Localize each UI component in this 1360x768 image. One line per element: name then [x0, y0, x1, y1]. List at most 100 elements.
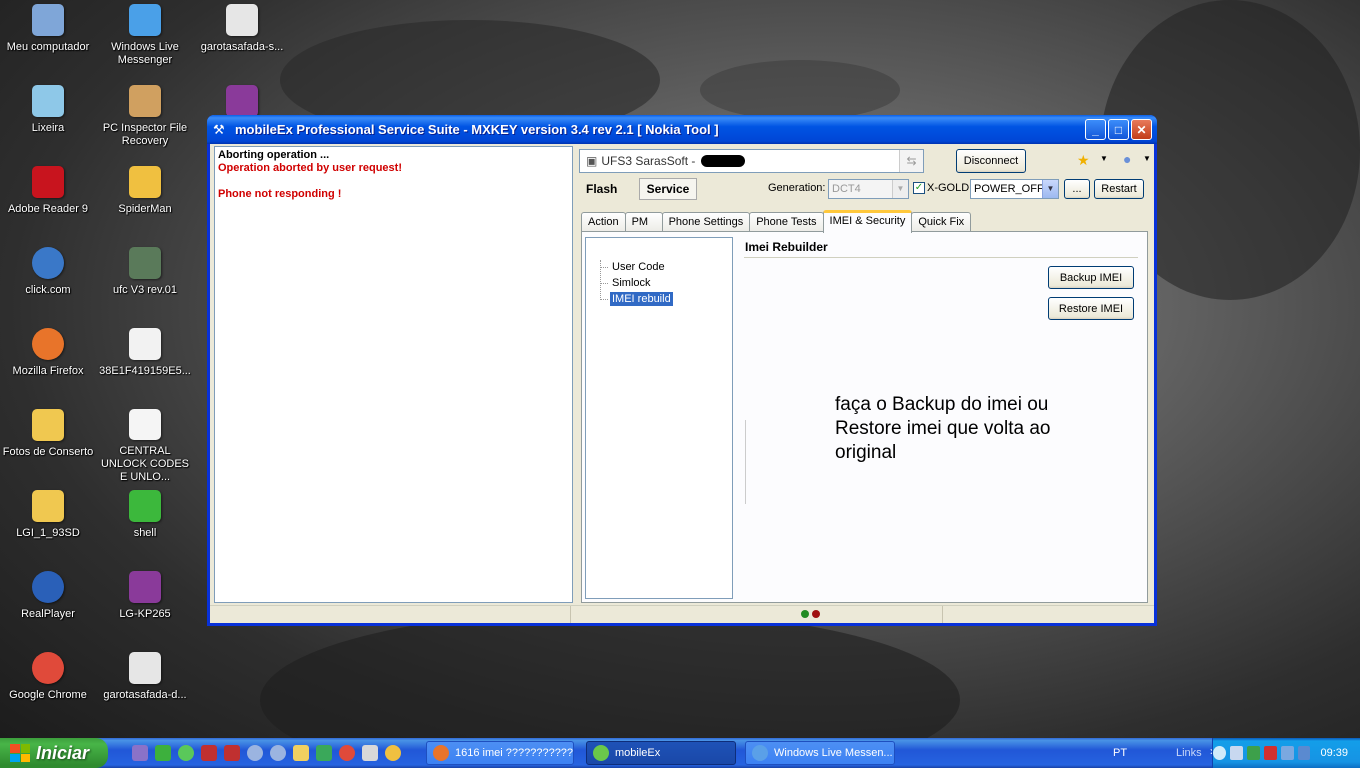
quicklaunch-icon[interactable]	[132, 745, 148, 761]
phone-icon[interactable]	[316, 745, 332, 761]
quicklaunch-icon[interactable]	[178, 745, 194, 761]
tab-imei-security[interactable]: IMEI & Security	[822, 210, 913, 233]
tool-icon[interactable]	[362, 745, 378, 761]
network-icon[interactable]	[1229, 746, 1243, 760]
chrome-icon[interactable]	[339, 745, 355, 761]
window-title: mobileEx Professional Service Suite - MX…	[235, 122, 719, 137]
gear-icon[interactable]	[270, 745, 286, 761]
tab-pm[interactable]: PM	[624, 212, 663, 232]
windows-logo-icon	[10, 744, 30, 762]
desktop-icon[interactable]: PC Inspector File Recovery	[97, 83, 193, 159]
desktop-icon[interactable]: LGI_1_93SD	[0, 488, 96, 564]
restart-button[interactable]: Restart	[1094, 179, 1144, 199]
task-label: Windows Live Messen...	[774, 747, 893, 759]
refresh-icon[interactable]: ⇆	[899, 150, 923, 172]
tab-quick-fix[interactable]: Quick Fix	[911, 212, 972, 232]
tree-item-imei-rebuild[interactable]: IMEI rebuild	[610, 292, 673, 306]
quicklaunch-icon[interactable]	[201, 745, 217, 761]
tab-action[interactable]: Action	[581, 212, 626, 232]
play-icon	[129, 490, 161, 522]
bell-icon[interactable]: ★	[1077, 152, 1090, 169]
desktop-icon[interactable]: 38E1F419159E5...	[97, 326, 193, 402]
desktop-icon[interactable]: RealPlayer	[0, 569, 96, 645]
task-mobileex[interactable]: mobileEx	[586, 741, 736, 765]
task-label: mobileEx	[615, 747, 661, 759]
shield-icon[interactable]	[1263, 746, 1277, 760]
service-mode[interactable]: Service	[639, 178, 697, 200]
dropdown-arrow-icon[interactable]: ▼	[1100, 154, 1108, 163]
firefox-icon	[32, 328, 64, 360]
close-button[interactable]: ✕	[1131, 119, 1152, 140]
more-button[interactable]: ...	[1064, 179, 1090, 199]
desktop-icon[interactable]: Google Chrome	[0, 650, 96, 726]
desktop-icon[interactable]: garotasafada-d...	[97, 650, 193, 726]
desktop-icon-label: SpiderMan	[118, 203, 172, 215]
tab-phone-tests[interactable]: Phone Tests	[749, 212, 824, 232]
media-icon[interactable]	[385, 745, 401, 761]
globe-icon	[32, 247, 64, 279]
folder-icon[interactable]	[293, 745, 309, 761]
connection-field[interactable]: ▣ UFS3 SarasSoft - ⇆	[579, 149, 924, 173]
power-select[interactable]: POWER_OFF ▼	[970, 179, 1059, 199]
folder-icon	[32, 490, 64, 522]
folder-icon	[32, 409, 64, 441]
log-panel[interactable]: Aborting operation ... Operation aborted…	[214, 146, 573, 603]
xgold-checkbox[interactable]: ✓	[913, 182, 925, 194]
start-label: Iniciar	[36, 742, 90, 763]
minimize-button[interactable]: _	[1085, 119, 1106, 140]
chat-icon[interactable]: ●	[1123, 151, 1131, 167]
connection-label: UFS3 SarasSoft -	[601, 154, 696, 168]
desktop-icon-label: click.com	[25, 284, 71, 296]
clock: 09:39	[1320, 747, 1348, 759]
links-toolbar[interactable]: Links	[1176, 747, 1202, 759]
desktop-icon[interactable]: garotasafada-s...	[194, 2, 290, 78]
quicklaunch-icon[interactable]	[224, 745, 240, 761]
task-firefox[interactable]: 1616 imei ???????????...	[426, 741, 574, 765]
desktop-icon-label: garotasafada-d...	[103, 689, 187, 701]
winrar-icon	[226, 85, 258, 117]
tray-arrow-icon[interactable]	[1213, 746, 1226, 760]
desktop-icon[interactable]: Fotos de Conserto	[0, 407, 96, 483]
desktop-icon[interactable]: LG-KP265	[97, 569, 193, 645]
tray-app-icon[interactable]	[1280, 746, 1294, 760]
title-bar[interactable]: ⚒ mobileEx Professional Service Suite - …	[207, 115, 1157, 144]
maximize-button[interactable]: □	[1108, 119, 1129, 140]
desktop-icon[interactable]: Windows Live Messenger	[97, 2, 193, 78]
usb-icon: ▣	[586, 154, 598, 168]
chrome-icon	[32, 652, 64, 684]
desktop-icon[interactable]: Meu computador	[0, 2, 96, 78]
restore-imei-button[interactable]: Restore IMEI	[1048, 297, 1134, 320]
desktop-icon[interactable]: shell	[97, 488, 193, 564]
desktop-icon-label: LGI_1_93SD	[16, 527, 80, 539]
gear-icon[interactable]	[247, 745, 263, 761]
quicklaunch-icon[interactable]	[155, 745, 171, 761]
generation-select[interactable]: DCT4 ▼	[828, 179, 909, 199]
tree-item-user-code[interactable]: User Code	[610, 260, 667, 274]
desktop-icon[interactable]: Lixeira	[0, 83, 96, 159]
desktop-icon[interactable]: Adobe Reader 9	[0, 164, 96, 240]
monitor-icon[interactable]	[1297, 746, 1311, 760]
dropdown-arrow-icon[interactable]: ▼	[1143, 154, 1151, 163]
disconnect-button[interactable]: Disconnect	[956, 149, 1026, 173]
video-icon	[226, 4, 258, 36]
desktop-icon[interactable]: CENTRAL UNLOCK CODES E UNLO...	[97, 407, 193, 483]
tab-panel: User Code Simlock IMEI rebuild Imei Rebu…	[581, 231, 1148, 603]
mobileex-icon	[593, 745, 609, 761]
desktop-icon[interactable]: click.com	[0, 245, 96, 321]
desktop-icon[interactable]: Mozilla Firefox	[0, 326, 96, 402]
desktop-icon[interactable]: ufc V3 rev.01	[97, 245, 193, 321]
desktop-icon-label: CENTRAL UNLOCK CODES E UNLO...	[100, 445, 190, 483]
task-messenger[interactable]: Windows Live Messen...	[745, 741, 895, 765]
desktop-icon-label: garotasafada-s...	[200, 41, 284, 53]
chevron-down-icon: ▼	[892, 180, 908, 198]
tree-item-simlock[interactable]: Simlock	[610, 276, 653, 290]
flash-mode[interactable]: Flash	[586, 182, 617, 196]
desktop-icon[interactable]: SpiderMan	[97, 164, 193, 240]
chevron-down-icon: ▼	[1042, 180, 1058, 198]
language-indicator[interactable]: PT	[1113, 747, 1127, 759]
tray-app-icon[interactable]	[1246, 746, 1260, 760]
backup-imei-button[interactable]: Backup IMEI	[1048, 266, 1134, 289]
tab-phone-settings[interactable]: Phone Settings	[661, 212, 751, 232]
start-button[interactable]: Iniciar	[0, 738, 108, 768]
function-tree[interactable]: User Code Simlock IMEI rebuild	[585, 237, 733, 599]
